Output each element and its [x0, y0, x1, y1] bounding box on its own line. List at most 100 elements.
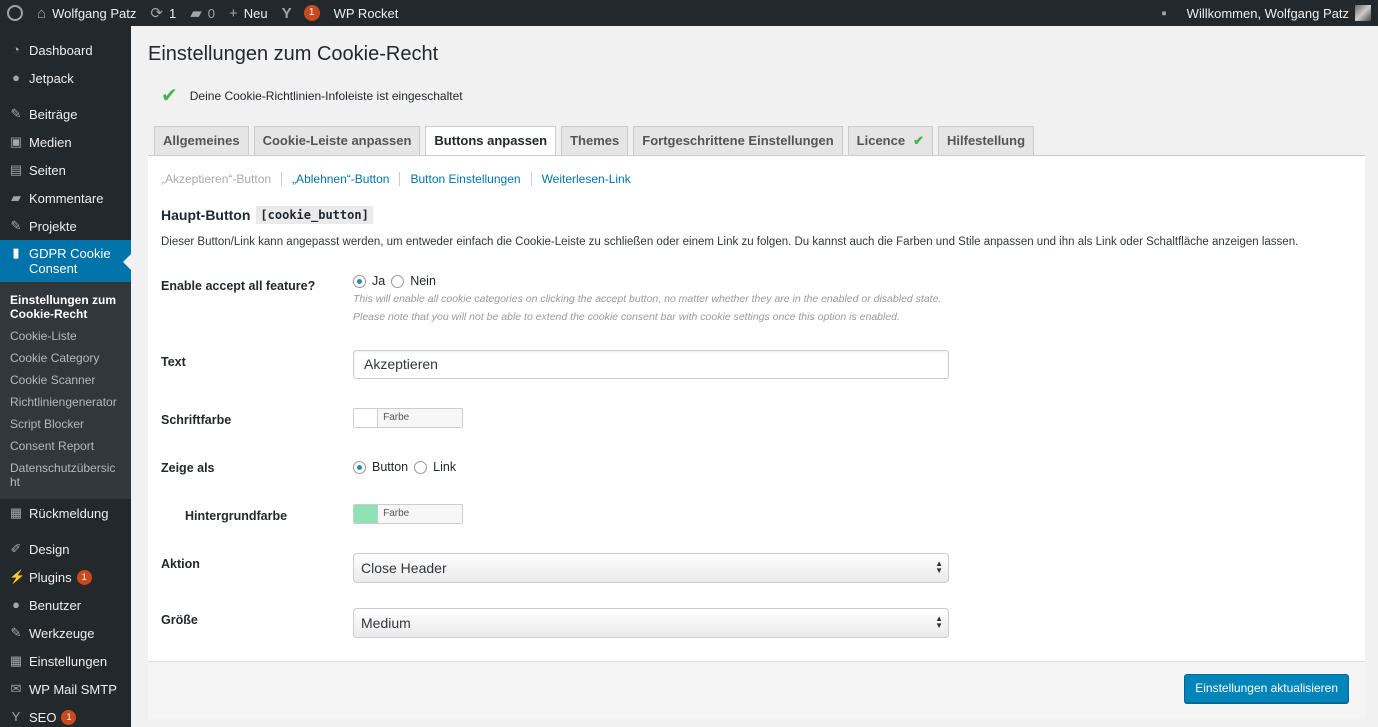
shortcode: [cookie_button] [256, 206, 373, 224]
text-label: Text [161, 355, 186, 369]
status-notice: ✔ Deine Cookie-Richtlinien-Infoleiste is… [161, 85, 463, 107]
show-as-link-radio[interactable] [414, 460, 428, 474]
pin-icon: ✎ [10, 106, 22, 121]
sidebar-item-gdpr-cookie-consent[interactable]: ▮ GDPR Cookie Consent [0, 240, 131, 282]
sidebar-item-comments[interactable]: ▰ Kommentare [0, 184, 131, 212]
admin-bar: ⌂ Wolfgang Patz ⟳ 1 ▰ 0 + Neu Y1 WP Rocket ▪… [0, 0, 1378, 26]
sidebar-item-posts[interactable]: ✎ Beiträge [0, 100, 131, 128]
sidebar-item-users[interactable]: ● Benutzer [0, 591, 131, 619]
updates-link[interactable]: ⟳ 1 [143, 0, 183, 26]
tab-customise-buttons[interactable]: Buttons anpassen [425, 126, 557, 157]
user-icon: ● [12, 597, 20, 612]
pin-icon: ✎ [10, 218, 22, 233]
seo-badge: 1 [61, 709, 77, 725]
submenu-item-privacy-overview[interactable]: Datenschutzübersicht [0, 457, 131, 493]
font-color-picker[interactable]: Farbe auswählen [353, 408, 463, 428]
submenu-item-cookie-scanner[interactable]: Cookie Scanner [0, 369, 131, 391]
site-name-link[interactable]: ⌂ Wolfgang Patz [30, 0, 143, 26]
page-icon: ▤ [9, 162, 23, 177]
subnav-read-more-link[interactable]: Weiterlesen-Link [542, 172, 641, 186]
background-color-picker[interactable]: Farbe auswählen [353, 504, 463, 524]
sidebar-item-pages[interactable]: ▤ Seiten [0, 156, 131, 184]
submenu-item-cookie-settings[interactable]: Einstellungen zum Cookie-Recht [0, 289, 131, 325]
size-select[interactable]: Medium ▲ ▼ [353, 608, 949, 638]
section-title: Haupt-Button [cookie_button] [161, 206, 373, 224]
page-title: Einstellungen zum Cookie-Recht [148, 43, 439, 65]
subnav-button-settings[interactable]: Button Einstellungen [410, 172, 532, 186]
wp-rocket-link[interactable]: WP Rocket [327, 0, 406, 26]
checkmark-icon: ✔ [913, 133, 924, 148]
accept-all-yes-radio[interactable] [353, 274, 366, 288]
sidebar-item-feedback[interactable]: ▦ Rückmeldung [0, 499, 131, 527]
refresh-icon: ⟳ [150, 4, 163, 22]
avatar [1355, 5, 1371, 21]
sidebar-item-plugins[interactable]: ⚡ Plugins 1 [0, 563, 131, 591]
jetpack-icon: ● [12, 70, 20, 85]
new-content-link[interactable]: + Neu [222, 0, 275, 26]
sidebar-item-settings[interactable]: ▦ Einstellungen [0, 647, 131, 675]
subnav-accept-button[interactable]: „Akzeptieren“-Button [161, 172, 283, 186]
submenu-item-consent-report[interactable]: Consent Report [0, 435, 131, 457]
submenu-item-policy-generator[interactable]: Richtliniengenerator [0, 391, 131, 413]
sidebar-item-media[interactable]: ▣ Medien [0, 128, 131, 156]
sidebar-item-projects[interactable]: ✎ Projekte [0, 212, 131, 240]
settings-panel: „Akzeptieren“-Button „Ablehnen“-Button B… [148, 155, 1365, 661]
comment-icon: ▰ [11, 190, 21, 205]
sidebar-item-jetpack[interactable]: ● Jetpack [0, 64, 131, 92]
settings-tabs: Allgemeines Cookie-Leiste anpassen Butto… [154, 126, 1039, 157]
submenu-item-cookie-list[interactable]: Cookie-Liste [0, 325, 131, 347]
tab-themes[interactable]: Themes [561, 126, 629, 156]
yoast-icon: Y [11, 709, 21, 724]
background-color-label: Hintergrundfarbe [185, 509, 288, 523]
wrench-icon: ✎ [10, 625, 22, 640]
action-label: Aktion [161, 557, 200, 571]
submenu-item-script-blocker[interactable]: Script Blocker [0, 413, 131, 435]
size-label: Größe [161, 613, 198, 627]
wordpress-logo-button[interactable] [0, 0, 30, 26]
tab-help[interactable]: Hilfestellung [938, 126, 1035, 156]
sidebar-item-wp-mail-smtp[interactable]: ✉ WP Mail SMTP [0, 675, 131, 703]
comment-icon: ▰ [190, 4, 202, 22]
accept-all-no-radio[interactable] [391, 274, 405, 288]
feedback-icon: ▦ [9, 505, 23, 520]
tab-advanced[interactable]: Fortgeschrittene Einstellungen [633, 126, 843, 156]
select-arrows-icon: ▲ ▼ [935, 614, 943, 630]
button-subnav: „Akzeptieren“-Button „Ablehnen“-Button B… [161, 172, 651, 186]
comments-link[interactable]: ▰ 0 [183, 0, 222, 26]
mail-icon: ✉ [10, 681, 22, 696]
tab-general[interactable]: Allgemeines [154, 126, 249, 156]
sidebar-item-tools[interactable]: ✎ Werkzeuge [0, 619, 131, 647]
settings-icon: ▦ [9, 653, 23, 668]
update-settings-button[interactable]: Einstellungen aktualisieren [1184, 674, 1349, 703]
section-description: Dieser Button/Link kann angepasst werden… [161, 236, 1299, 248]
accept-all-note: Please note that you will not be able to… [353, 311, 900, 323]
tab-licence[interactable]: Licence ✔ [847, 126, 933, 156]
subnav-reject-button[interactable]: „Ablehnen“-Button [292, 172, 401, 186]
account-menu[interactable]: Willkommen, Wolfgang Patz [1180, 0, 1378, 26]
checkmark-icon: ✔ [161, 85, 178, 107]
plugins-update-badge: 1 [76, 569, 92, 585]
sidebar-item-seo[interactable]: Y SEO 1 [0, 703, 131, 727]
font-color-label: Schriftfarbe [161, 413, 232, 427]
form-footer: Einstellungen aktualisieren [148, 661, 1365, 719]
plugin-icon: ⚡ [9, 569, 26, 584]
action-select[interactable]: Close Header ▲ ▼ [353, 553, 949, 583]
dashboard-icon: ◔ [12, 42, 20, 57]
media-icon: ▣ [9, 134, 23, 149]
button-text-input[interactable]: Akzeptieren [353, 350, 949, 379]
admin-sidebar: ◔ Dashboard ● Jetpack ✎ Beiträge ▣ Medien ▤ S… [0, 26, 131, 727]
font-color-swatch [354, 409, 379, 427]
background-color-swatch [354, 505, 379, 523]
notification-button[interactable]: ▪ [1154, 0, 1179, 26]
sidebar-item-dashboard[interactable]: ◔ Dashboard [0, 36, 131, 64]
plus-icon: + [228, 4, 238, 22]
accept-all-control: Ja Nein This will enable all cookie cate… [353, 274, 941, 326]
yoast-icon: Y [281, 4, 292, 22]
sidebar-item-design[interactable]: ✐ Design [0, 535, 131, 563]
submenu-item-cookie-category[interactable]: Cookie Category [0, 347, 131, 369]
lock-icon: ▮ [12, 245, 20, 260]
show-as-button-radio[interactable] [353, 460, 366, 474]
home-icon: ⌂ [37, 4, 47, 22]
tab-customise-bar[interactable]: Cookie-Leiste anpassen [253, 126, 421, 156]
yoast-link[interactable]: Y1 [275, 0, 327, 26]
